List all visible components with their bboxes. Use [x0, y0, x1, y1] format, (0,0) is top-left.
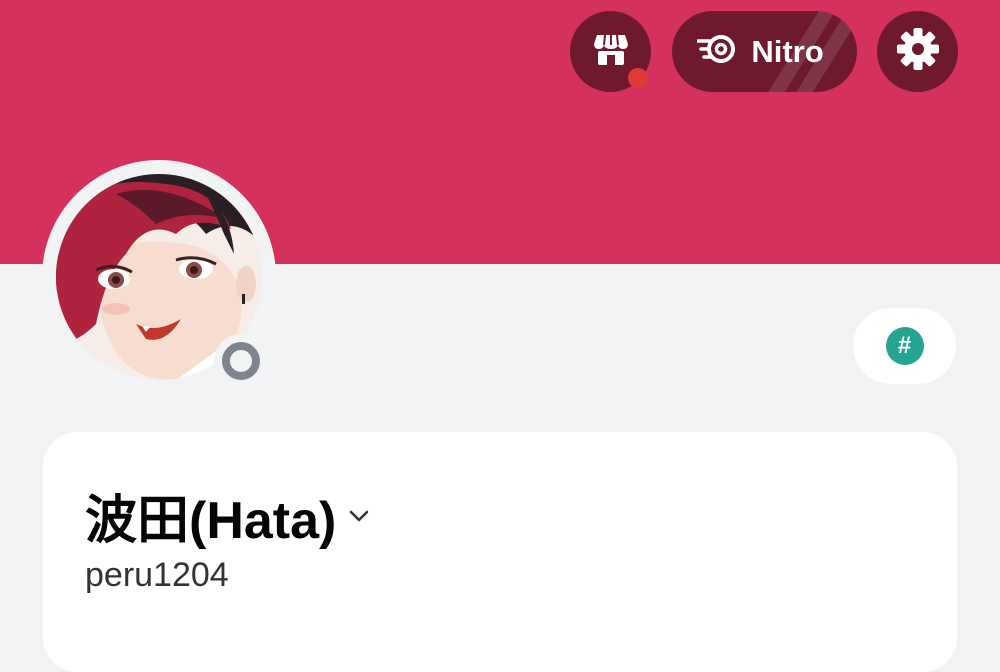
display-name-row[interactable]: 波田(Hata): [85, 478, 372, 553]
badge-pill[interactable]: #: [853, 308, 956, 384]
status-indicator: [214, 334, 268, 388]
gear-icon: [896, 27, 940, 76]
shop-icon: [591, 29, 631, 74]
hash-icon: #: [885, 327, 924, 365]
username: peru1204: [85, 556, 229, 594]
notification-dot: [628, 68, 648, 88]
settings-button[interactable]: [877, 11, 958, 92]
display-name: 波田(Hata): [85, 492, 337, 550]
nitro-icon: [696, 32, 739, 71]
offline-status-icon: [222, 342, 260, 380]
chevron-down-icon: [346, 503, 372, 534]
nitro-button[interactable]: Nitro: [672, 11, 857, 92]
nitro-label: Nitro: [751, 33, 824, 69]
